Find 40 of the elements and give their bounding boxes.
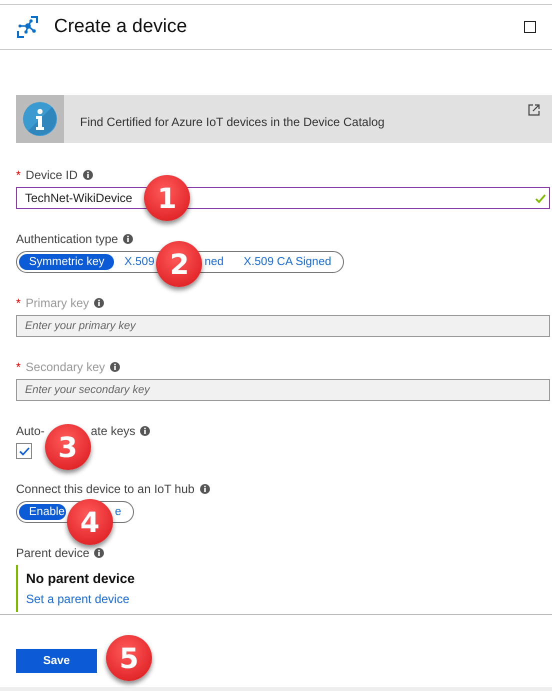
option-button[interactable]: X.509 CA Signed xyxy=(234,254,342,270)
panel-title: Create a device xyxy=(54,16,188,38)
info-icon xyxy=(94,548,104,558)
step-badge: 1 xyxy=(144,175,190,221)
step-badge: 4 xyxy=(66,499,113,545)
field-label: Connect this device to an IoT hub xyxy=(16,482,195,496)
option-button[interactable]: X.509 xyxy=(114,254,156,270)
field-label: Primary key xyxy=(26,296,90,310)
info-icon xyxy=(23,102,57,136)
info-icon xyxy=(94,298,104,308)
field-label: Authentication type xyxy=(16,232,118,246)
checkmark-icon xyxy=(18,446,30,456)
banner-text: Find Certified for Azure IoT devices in the Device Catalog xyxy=(79,114,386,131)
checkbox[interactable] xyxy=(16,443,32,459)
field-label: Parent device xyxy=(16,546,90,560)
field-label: Device ID xyxy=(26,168,78,182)
parent-value: No parent device xyxy=(26,571,136,586)
required-mark: * xyxy=(16,360,21,374)
set-parent-link[interactable]: Set a parent device xyxy=(26,592,130,606)
field-label: Secondary key xyxy=(26,360,106,374)
external-link-icon xyxy=(528,104,540,116)
option-button[interactable]: Enable xyxy=(19,504,66,520)
option-button[interactable]: Symmetric key xyxy=(19,254,114,270)
required-mark: * xyxy=(16,296,21,310)
network-icon xyxy=(16,15,40,39)
option-button[interactable]: e xyxy=(114,504,132,520)
save-button[interactable]: Save xyxy=(16,649,97,673)
maximize-icon[interactable] xyxy=(524,21,536,33)
info-banner[interactable]: Find Certified for Azure IoT devices in the Device Catalog xyxy=(16,95,552,143)
info-icon xyxy=(140,426,150,436)
info-icon xyxy=(200,484,210,494)
option-button[interactable]: ned xyxy=(203,254,234,270)
step-badge: 3 xyxy=(44,424,91,470)
step-badge: 2 xyxy=(156,241,202,287)
step-badge: 5 xyxy=(106,635,152,681)
info-icon xyxy=(82,170,93,180)
required-mark: * xyxy=(16,168,21,182)
checkmark-icon xyxy=(535,194,546,203)
info-icon xyxy=(123,234,134,244)
info-icon xyxy=(110,362,120,372)
